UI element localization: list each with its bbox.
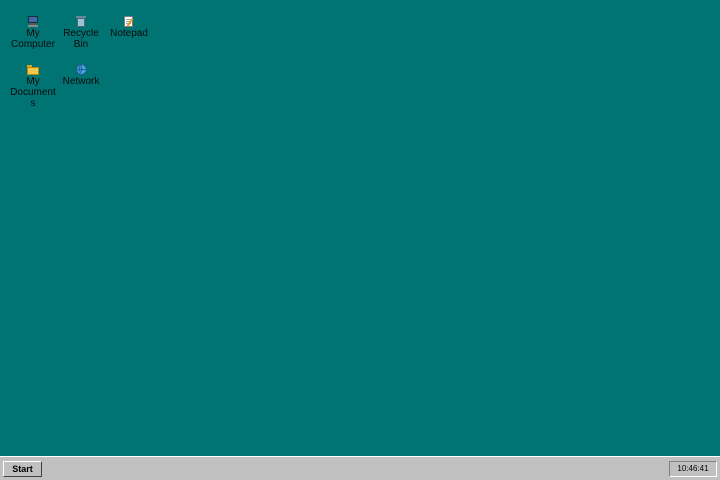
start-button[interactable]: Start — [3, 461, 42, 477]
desktop-icon-label: My Documents — [10, 76, 56, 109]
recycle-bin-icon — [76, 16, 86, 28]
desktop-icon-label: Network — [62, 76, 100, 87]
system-tray-clock[interactable]: 10:46:41 — [669, 461, 717, 477]
desktop-icon-network[interactable]: Network — [57, 64, 105, 87]
taskbar: Start 10:46:41 — [0, 456, 720, 480]
desktop-icon-my-documents[interactable]: My Documents — [9, 64, 57, 109]
desktop-icon-label: My Computer — [11, 28, 55, 50]
desktop-icon-my-computer[interactable]: My Computer — [9, 16, 57, 50]
desktop-icon-notepad[interactable]: Notepad — [105, 16, 153, 39]
notepad-icon — [124, 16, 134, 28]
folder-icon — [27, 64, 39, 76]
desktop[interactable]: My Computer Recycle Bin Notepad My Docum… — [0, 0, 720, 456]
desktop-icon-label: Notepad — [110, 28, 148, 39]
computer-icon — [27, 16, 39, 28]
globe-icon — [75, 64, 87, 76]
desktop-icon-recycle-bin[interactable]: Recycle Bin — [57, 16, 105, 50]
desktop-icon-label: Recycle Bin — [63, 28, 99, 50]
